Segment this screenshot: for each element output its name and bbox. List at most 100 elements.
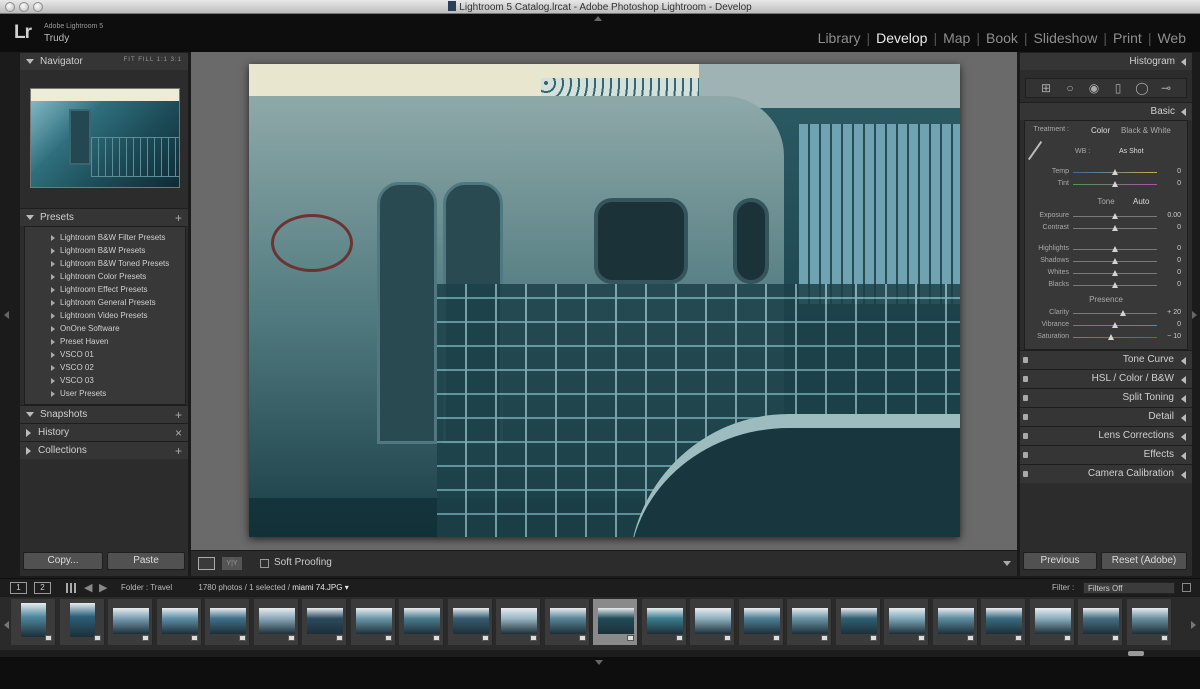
section-split-toning[interactable]: Split Toning	[1020, 388, 1192, 407]
filmstrip[interactable]	[0, 597, 1200, 657]
main-photo[interactable]	[249, 64, 960, 537]
slider-value[interactable]: 0	[1151, 180, 1181, 187]
filmstrip-thumbnail[interactable]	[447, 599, 493, 645]
toolbar-options-icon[interactable]	[1003, 561, 1011, 566]
slider-knob[interactable]	[1112, 258, 1118, 264]
filmstrip-thumbnail[interactable]	[544, 599, 590, 645]
history-header[interactable]: History ×	[20, 423, 188, 441]
filmstrip-thumbnail[interactable]	[302, 599, 347, 645]
filmstrip-thumbnail[interactable]	[11, 599, 56, 645]
slider-track[interactable]	[1073, 225, 1157, 231]
slider-knob[interactable]	[1112, 322, 1118, 328]
add-preset-icon[interactable]: +	[175, 211, 182, 225]
preset-folder[interactable]: Lightroom Color Presets	[25, 270, 185, 283]
soft-proofing-checkbox[interactable]	[260, 559, 269, 568]
slider-knob[interactable]	[1112, 181, 1118, 187]
filmstrip-scroll-knob[interactable]	[1128, 651, 1144, 656]
slider-value[interactable]: 0	[1151, 269, 1181, 276]
section-effects[interactable]: Effects	[1020, 445, 1192, 464]
filmstrip-thumbnail[interactable]	[738, 599, 784, 645]
preset-folder[interactable]: Lightroom B&W Filter Presets	[25, 231, 185, 244]
forward-arrow-icon[interactable]: ▶	[99, 581, 107, 594]
module-web[interactable]: Web	[1151, 30, 1192, 46]
preset-folder[interactable]: User Presets	[25, 387, 185, 400]
section-toggle-icon[interactable]	[1023, 433, 1028, 439]
basic-header[interactable]: Basic	[1020, 102, 1192, 120]
add-collection-icon[interactable]: +	[175, 444, 182, 458]
add-snapshot-icon[interactable]: +	[175, 408, 182, 422]
navigator-zoom-options[interactable]: FIT FILL 1:1 3:1	[124, 57, 182, 63]
slider-knob[interactable]	[1112, 213, 1118, 219]
slider-track[interactable]	[1073, 213, 1157, 219]
filmstrip-thumbnail[interactable]	[690, 599, 735, 645]
section-camera-calibration[interactable]: Camera Calibration	[1020, 464, 1192, 483]
navigator-header[interactable]: Navigator FIT FILL 1:1 3:1	[20, 52, 188, 70]
preset-folder[interactable]: Lightroom Video Presets	[25, 309, 185, 322]
slider-value[interactable]: 0	[1151, 245, 1181, 252]
filename-dropdown-icon[interactable]: ▾	[345, 583, 349, 592]
right-panel-toggle-icon[interactable]	[1192, 311, 1197, 319]
filmstrip-thumbnail[interactable]	[641, 599, 687, 645]
module-book[interactable]: Book	[980, 30, 1024, 46]
module-print[interactable]: Print	[1107, 30, 1148, 46]
slider-knob[interactable]	[1112, 282, 1118, 288]
filmstrip-thumbnail[interactable]	[205, 599, 250, 645]
photo-canvas[interactable]	[191, 52, 1017, 550]
slider-track[interactable]	[1073, 310, 1157, 316]
slider-value[interactable]: 0	[1151, 224, 1181, 231]
slider-knob[interactable]	[1112, 169, 1118, 175]
spot-removal-icon[interactable]: ○	[1063, 81, 1077, 95]
module-develop[interactable]: Develop	[870, 30, 933, 46]
slider-track[interactable]	[1073, 246, 1157, 252]
preset-folder[interactable]: Lightroom B&W Toned Presets	[25, 257, 185, 270]
slider-track[interactable]	[1073, 169, 1157, 175]
filmstrip-thumbnail[interactable]	[399, 599, 444, 645]
slider-track[interactable]	[1073, 181, 1157, 187]
slider-knob[interactable]	[1120, 310, 1127, 316]
section-detail[interactable]: Detail	[1020, 407, 1192, 426]
snapshots-header[interactable]: Snapshots +	[20, 405, 188, 423]
section-tone-curve[interactable]: Tone Curve	[1020, 350, 1192, 369]
preset-folder[interactable]: VSCO 03	[25, 374, 185, 387]
slider-track[interactable]	[1073, 270, 1157, 276]
filmstrip-thumbnail[interactable]	[1029, 599, 1075, 645]
treatment-color[interactable]: Color	[1091, 126, 1110, 135]
filmstrip-thumbnail[interactable]	[981, 599, 1026, 645]
slider-knob[interactable]	[1112, 246, 1118, 252]
wb-select[interactable]: As Shot	[1119, 148, 1144, 155]
preset-folder[interactable]: Lightroom Effect Presets	[25, 283, 185, 296]
filmstrip-thumbnail[interactable]	[59, 599, 105, 645]
loupe-view-icon[interactable]	[198, 557, 215, 570]
preset-folder[interactable]: VSCO 01	[25, 348, 185, 361]
filmstrip-thumbnail[interactable]	[1078, 599, 1123, 645]
main-screen-button[interactable]: 1	[10, 582, 27, 594]
filter-lock-icon[interactable]	[1182, 583, 1191, 592]
section-lens-corrections[interactable]: Lens Corrections	[1020, 426, 1192, 445]
source-breadcrumb[interactable]: Folder : Travel 1780 photos / 1 selected…	[121, 583, 349, 592]
previous-button[interactable]: Previous	[1023, 552, 1097, 570]
auto-tone-button[interactable]: Auto	[1133, 197, 1149, 206]
filmstrip-right-icon[interactable]	[1191, 621, 1196, 629]
slider-value[interactable]: 0	[1151, 257, 1181, 264]
bottom-panel-toggle-icon[interactable]	[595, 660, 603, 665]
filmstrip-left-icon[interactable]	[4, 621, 9, 629]
histogram-header[interactable]: Histogram	[1020, 52, 1192, 70]
filmstrip-thumbnail[interactable]	[593, 599, 638, 645]
section-toggle-icon[interactable]	[1023, 471, 1028, 477]
module-slideshow[interactable]: Slideshow	[1028, 30, 1104, 46]
filmstrip-thumbnail[interactable]	[350, 599, 396, 645]
collections-header[interactable]: Collections +	[20, 441, 188, 459]
adjustment-brush-icon[interactable]: ⊸	[1159, 81, 1173, 95]
filmstrip-thumbnail[interactable]	[835, 599, 881, 645]
preset-folder[interactable]: VSCO 02	[25, 361, 185, 374]
section-toggle-icon[interactable]	[1023, 414, 1028, 420]
red-eye-icon[interactable]: ◉	[1087, 81, 1101, 95]
crop-overlay-icon[interactable]: ⊞	[1039, 81, 1053, 95]
reset-button[interactable]: Reset (Adobe)	[1101, 552, 1187, 570]
module-map[interactable]: Map	[937, 30, 976, 46]
left-panel-toggle-icon[interactable]	[4, 311, 9, 319]
presets-header[interactable]: Presets +	[20, 208, 188, 226]
filmstrip-thumbnail[interactable]	[932, 599, 978, 645]
second-screen-button[interactable]: 2	[34, 582, 51, 594]
filter-select[interactable]: Filters Off	[1083, 582, 1175, 594]
